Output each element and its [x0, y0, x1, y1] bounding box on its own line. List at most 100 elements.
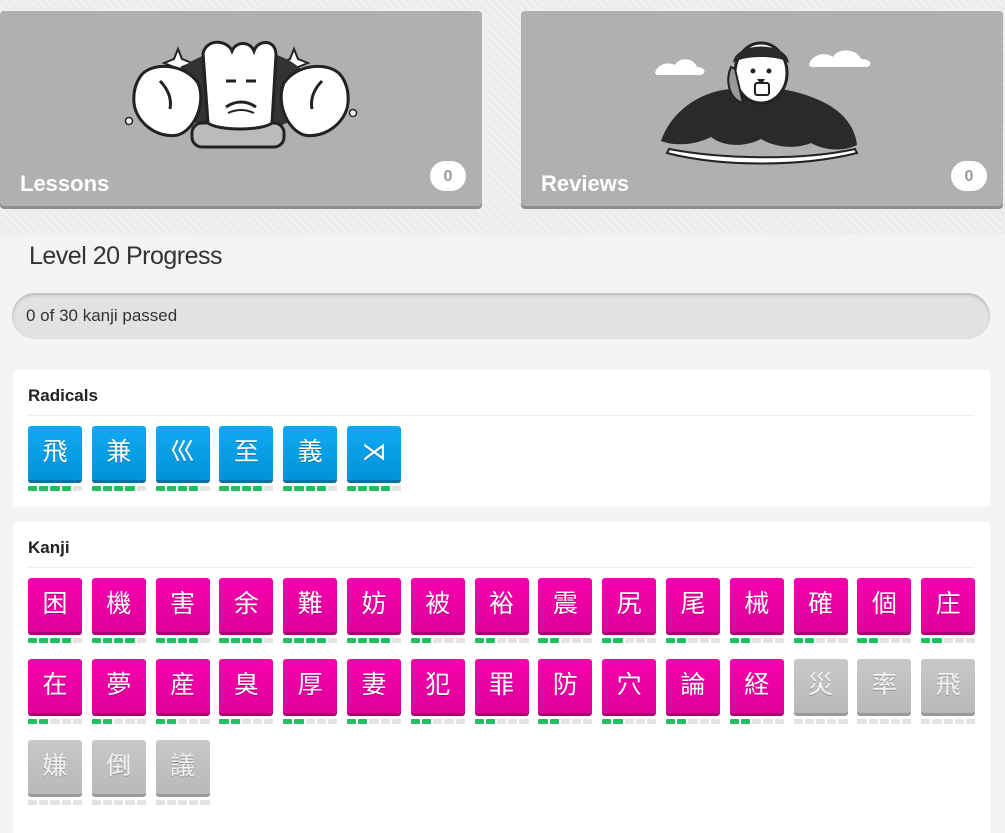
srs-progress-indicator	[91, 638, 146, 643]
srs-segment	[253, 638, 263, 643]
kanji-item[interactable]: 難	[283, 578, 338, 644]
kanji-item[interactable]: 臭	[219, 659, 274, 725]
srs-segment	[793, 719, 803, 724]
srs-segment	[264, 486, 274, 491]
kanji-item[interactable]: 防	[538, 659, 593, 725]
srs-segment	[857, 719, 867, 724]
srs-progress-indicator	[91, 486, 146, 491]
srs-progress-indicator	[155, 719, 210, 724]
srs-segment	[699, 719, 709, 724]
srs-segment	[294, 486, 304, 491]
srs-segment	[283, 719, 293, 724]
radical-tile: 巛	[155, 426, 210, 480]
kanji-item[interactable]: 庄	[921, 578, 976, 644]
srs-segment	[61, 719, 71, 724]
reviews-label: Reviews	[541, 171, 630, 196]
srs-segment	[560, 719, 570, 724]
kanji-item[interactable]: 犯	[410, 659, 465, 725]
kanji-item[interactable]: 尻	[602, 578, 657, 644]
kanji-tile: 飛	[921, 659, 976, 713]
srs-segment	[316, 486, 326, 491]
kanji-item[interactable]: 困	[28, 578, 83, 644]
srs-segment	[103, 800, 113, 805]
kanji-item[interactable]: 産	[155, 659, 210, 725]
kanji-tile: 害	[155, 578, 210, 632]
kanji-item[interactable]: 飛	[921, 659, 976, 725]
srs-segment	[91, 800, 101, 805]
progress-text: 0 of 30 kanji passed	[26, 306, 178, 325]
srs-segment	[433, 719, 443, 724]
srs-segment	[635, 638, 645, 643]
radical-item[interactable]: 兼	[91, 426, 146, 492]
srs-segment	[103, 638, 113, 643]
radical-item[interactable]: 巛	[155, 426, 210, 492]
kanji-item[interactable]: 械	[729, 578, 784, 644]
lessons-card[interactable]: Lessons 0	[0, 11, 482, 206]
srs-segment	[666, 719, 676, 724]
srs-segment	[624, 719, 634, 724]
srs-segment	[410, 638, 420, 643]
kanji-item[interactable]: 余	[219, 578, 274, 644]
radical-item[interactable]: 至	[219, 426, 274, 492]
srs-segment	[966, 638, 976, 643]
srs-progress-indicator	[921, 638, 976, 643]
reviews-card[interactable]: Reviews 0	[521, 11, 1003, 206]
srs-progress-indicator	[921, 719, 976, 724]
kanji-item[interactable]: 在	[28, 659, 83, 725]
kanji-item[interactable]: 論	[666, 659, 721, 725]
kanji-item[interactable]: 被	[410, 578, 465, 644]
srs-segment	[125, 719, 135, 724]
radical-item[interactable]: 義	[283, 426, 338, 492]
srs-segment	[358, 486, 368, 491]
kanji-item[interactable]: 裕	[474, 578, 529, 644]
srs-segment	[103, 486, 113, 491]
srs-progress-indicator	[219, 638, 274, 643]
srs-segment	[264, 719, 274, 724]
kanji-item[interactable]: 経	[729, 659, 784, 725]
kanji-item[interactable]: 機	[91, 578, 146, 644]
kanji-item[interactable]: 率	[857, 659, 912, 725]
kanji-item[interactable]: 妻	[347, 659, 402, 725]
kanji-item[interactable]: 夢	[91, 659, 146, 725]
srs-progress-indicator	[219, 719, 274, 724]
srs-segment	[677, 638, 687, 643]
srs-progress-indicator	[91, 719, 146, 724]
lessons-count-badge: 0	[430, 161, 466, 191]
radical-item[interactable]: 飛	[28, 426, 83, 492]
srs-segment	[699, 638, 709, 643]
kanji-item[interactable]: 厚	[283, 659, 338, 725]
kanji-item[interactable]: 罪	[474, 659, 529, 725]
srs-progress-indicator	[729, 719, 784, 724]
srs-segment	[91, 486, 101, 491]
srs-progress-indicator	[793, 638, 848, 643]
srs-segment	[305, 638, 315, 643]
radical-item[interactable]: ⋊	[347, 426, 402, 492]
srs-segment	[200, 486, 210, 491]
kanji-item[interactable]: 確	[793, 578, 848, 644]
srs-segment	[868, 638, 878, 643]
turtle-mascot-illustration	[655, 41, 871, 165]
srs-segment	[763, 719, 773, 724]
srs-segment	[804, 638, 814, 643]
srs-segment	[954, 638, 964, 643]
srs-segment	[391, 486, 402, 491]
kanji-item[interactable]: 災	[793, 659, 848, 725]
kanji-item[interactable]: 議	[155, 740, 210, 806]
srs-segment	[891, 638, 901, 643]
kanji-panel: Kanji 困機害余難妨被裕震尻尾械確個庄在夢産臭厚妻犯罪防穴論経災率飛嫌倒議	[13, 522, 990, 833]
kanji-tile: 械	[729, 578, 784, 632]
kanji-item[interactable]: 倒	[91, 740, 146, 806]
kanji-item[interactable]: 嫌	[28, 740, 83, 806]
kanji-item[interactable]: 穴	[602, 659, 657, 725]
kanji-item[interactable]: 害	[155, 578, 210, 644]
srs-segment	[966, 719, 976, 724]
kanji-item[interactable]: 個	[857, 578, 912, 644]
srs-segment	[943, 638, 953, 643]
kanji-item[interactable]: 震	[538, 578, 593, 644]
radicals-title: Radicals	[28, 386, 98, 405]
kanji-tile: 機	[91, 578, 146, 632]
kanji-item[interactable]: 尾	[666, 578, 721, 644]
kanji-item[interactable]: 妨	[347, 578, 402, 644]
srs-segment	[932, 638, 942, 643]
srs-segment	[538, 719, 548, 724]
